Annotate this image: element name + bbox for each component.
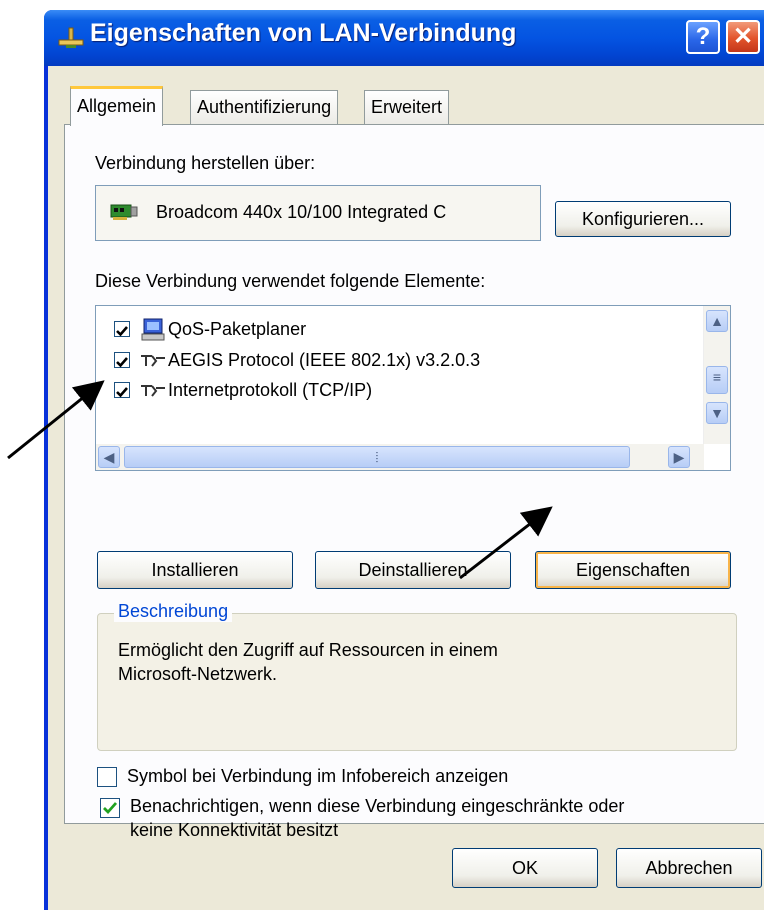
description-line-2: Microsoft-Netzwerk. — [118, 664, 278, 684]
tab-allgemein[interactable]: Allgemein — [70, 86, 164, 126]
uninstall-button[interactable]: Deinstallieren — [315, 551, 511, 589]
component-checkbox[interactable] — [114, 382, 130, 398]
checkmark-icon — [116, 387, 128, 398]
component-checkbox[interactable] — [114, 352, 130, 368]
cancel-button[interactable]: Abbrechen — [616, 848, 762, 888]
vertical-scrollbar[interactable]: ▲ ≡ ▼ — [703, 306, 730, 444]
show-icon-label[interactable]: Symbol bei Verbindung im Infobereich anz… — [127, 766, 508, 787]
tab-authentifizierung[interactable]: Authentifizierung — [190, 90, 339, 124]
notify-checkbox[interactable] — [100, 798, 120, 818]
scroll-thumb[interactable]: ⦙ — [124, 446, 630, 468]
description-title: Beschreibung — [114, 601, 233, 622]
checkmark-icon — [116, 357, 128, 368]
components-list[interactable]: QoS-Paketplaner AEGIS Protocol (IEEE 802… — [95, 305, 731, 471]
network-adapter-icon — [110, 204, 138, 220]
checkmark-icon — [116, 326, 128, 337]
component-checkbox[interactable] — [114, 321, 130, 337]
checkmark-icon — [103, 802, 118, 815]
network-protocol-icon — [141, 385, 165, 397]
scroll-down-button[interactable]: ▼ — [706, 402, 728, 424]
notify-label-line-1[interactable]: Benachrichtigen, wenn diese Verbindung e… — [130, 796, 624, 817]
close-button[interactable]: ✕ — [726, 20, 760, 54]
scroll-right-button[interactable]: ▶ — [668, 446, 690, 468]
scroll-left-button[interactable]: ◀ — [98, 446, 120, 468]
ok-button[interactable]: OK — [452, 848, 598, 888]
scroll-up-button[interactable]: ▲ — [706, 310, 728, 332]
description-line-1: Ermöglicht den Zugriff auf Ressourcen in… — [118, 640, 498, 660]
component-label: AEGIS Protocol (IEEE 802.1x) v3.2.0.3 — [168, 350, 481, 370]
tab-panel-general: Verbindung herstellen über: Broadcom 440… — [64, 124, 764, 824]
properties-button[interactable]: Eigenschaften — [535, 551, 731, 589]
description-group: Beschreibung Ermöglicht den Zugriff auf … — [97, 601, 737, 751]
dialog-client-area: Allgemein Authentifizierung Erweitert Ve… — [48, 66, 764, 910]
qos-scheduler-icon — [141, 318, 165, 341]
show-icon-checkbox[interactable] — [97, 767, 117, 787]
adapter-box: Broadcom 440x 10/100 Integrated C — [95, 185, 541, 241]
network-connection-icon — [58, 27, 84, 48]
components-label: Diese Verbindung verwendet folgende Elem… — [95, 271, 486, 291]
configure-button[interactable]: Konfigurieren... — [555, 201, 731, 237]
tab-erweitert[interactable]: Erweitert — [364, 90, 450, 124]
title-bar[interactable]: Eigenschaften von LAN-Verbindung ? ✕ — [44, 10, 764, 66]
window-title: Eigenschaften von LAN-Verbindung — [90, 19, 517, 47]
component-label: Internetprotokoll (TCP/IP) — [168, 380, 373, 400]
component-label: QoS-Paketplaner — [168, 319, 307, 339]
list-item[interactable]: Internetprotokoll (TCP/IP) — [104, 378, 694, 406]
scroll-thumb[interactable]: ≡ — [706, 366, 728, 394]
install-button[interactable]: Installieren — [97, 551, 293, 589]
help-button[interactable]: ? — [686, 20, 720, 54]
list-item[interactable]: AEGIS Protocol (IEEE 802.1x) v3.2.0.3 — [104, 348, 694, 376]
list-item[interactable]: QoS-Paketplaner — [104, 318, 694, 346]
dialog-window: Eigenschaften von LAN-Verbindung ? ✕ All… — [44, 10, 764, 910]
horizontal-scrollbar[interactable]: ◀ ⦙ ▶ — [96, 444, 704, 470]
connect-using-label: Verbindung herstellen über: — [95, 153, 316, 173]
notify-label-line-2[interactable]: keine Konnektivität besitzt — [130, 820, 338, 841]
network-protocol-icon — [141, 355, 165, 367]
adapter-name: Broadcom 440x 10/100 Integrated C — [156, 202, 447, 222]
